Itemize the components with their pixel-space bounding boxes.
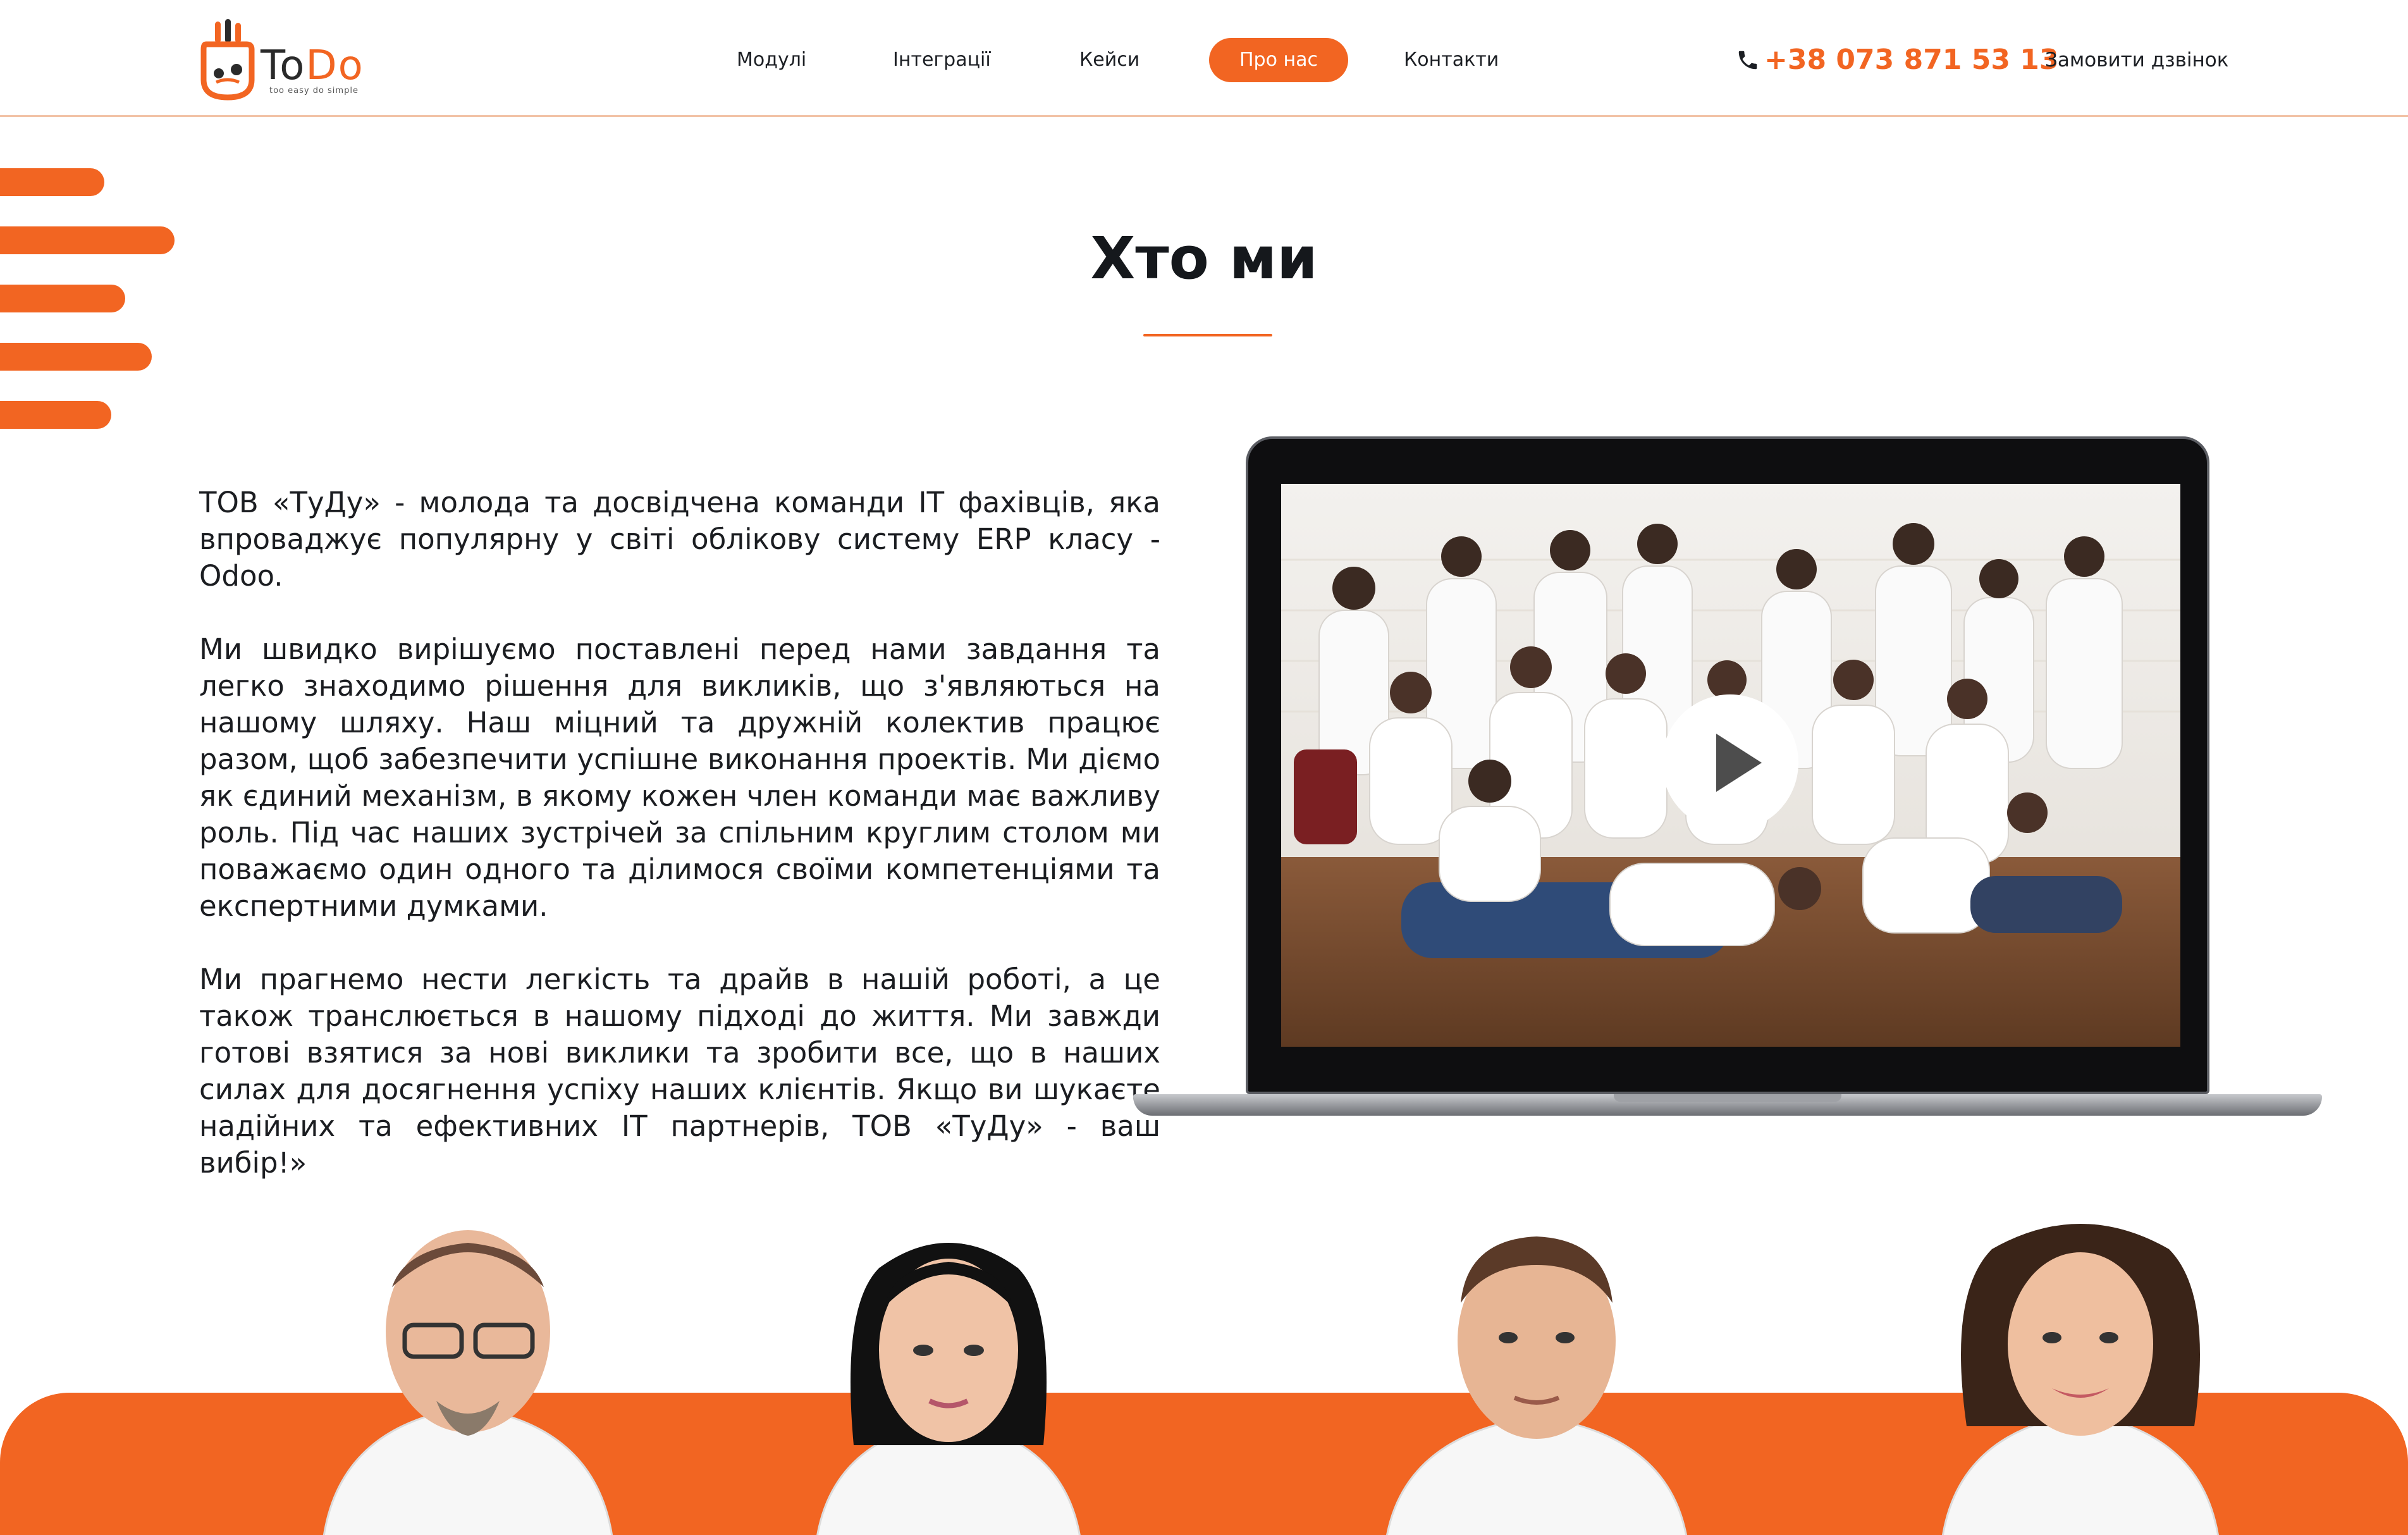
team-member-portrait-1 — [322, 1230, 613, 1535]
laptop-base-notch — [1614, 1094, 1841, 1102]
nav-item-integrations[interactable]: Інтеграції — [893, 38, 991, 82]
logo-wordmark: ToDo — [261, 42, 364, 89]
todo-logo[interactable]: ToDo too easy do simple — [197, 19, 374, 101]
about-text: ТОВ «ТуДу» - молода та досвідчена команд… — [199, 484, 1160, 1218]
about-paragraph-1: ТОВ «ТуДу» - молода та досвідчена команд… — [199, 486, 1160, 593]
decor-stripe-4 — [0, 343, 152, 371]
about-paragraph-2: Ми швидко вирішуємо поставлені перед нам… — [199, 632, 1160, 923]
decor-stripe-1 — [0, 168, 104, 196]
nav-item-cases[interactable]: Кейси — [1079, 38, 1140, 82]
logo-tagline: too easy do simple — [269, 86, 359, 96]
title-underline — [1143, 334, 1272, 336]
team-member-portrait-4 — [1942, 1224, 2219, 1535]
nav-item-modules[interactable]: Модулі — [737, 38, 806, 82]
phone-icon — [1738, 51, 1757, 70]
team-member-portrait-3 — [1386, 1236, 1687, 1535]
team-member-portrait-2 — [816, 1243, 1081, 1535]
play-icon[interactable] — [1662, 694, 1798, 831]
decor-stripe-5 — [0, 401, 111, 429]
page-title: Хто ми — [1090, 225, 1318, 292]
request-callback-link[interactable]: Замовити дзвінок — [2045, 38, 2228, 82]
nav-item-contacts[interactable]: Контакти — [1404, 38, 1499, 82]
phone-number-link[interactable]: +38 073 871 53 13 — [1764, 38, 2059, 82]
site-header: ToDo too easy do simple Модулі Інтеграці… — [0, 0, 2408, 117]
logo-mascot-icon — [200, 19, 255, 101]
about-page: ToDo too easy do simple Модулі Інтеграці… — [0, 0, 2408, 1535]
nav-item-about-active[interactable]: Про нас — [1209, 38, 1348, 82]
about-paragraph-3: Ми прагнемо нести легкість та драйв в на… — [199, 963, 1160, 1180]
